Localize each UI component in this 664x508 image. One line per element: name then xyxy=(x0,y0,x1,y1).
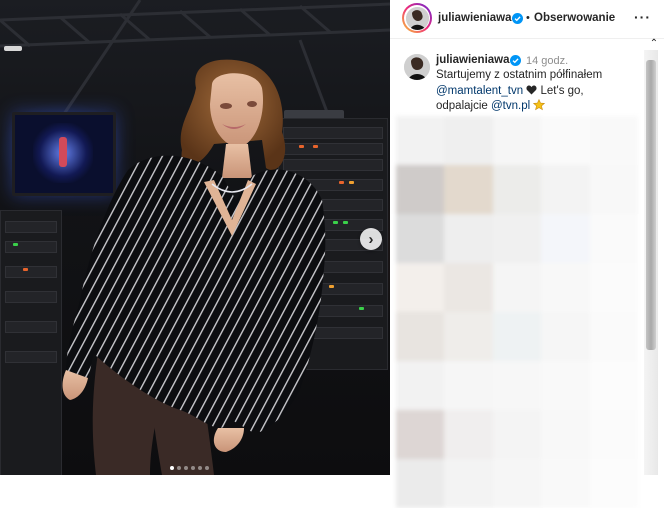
chevron-right-icon: › xyxy=(368,230,374,248)
following-button[interactable]: Obserwowanie xyxy=(534,12,615,24)
caption-line: odpalajcie xyxy=(436,100,491,112)
carousel-dot xyxy=(170,466,174,470)
carousel-dot xyxy=(184,466,188,470)
mention-link[interactable]: @tvn.pl xyxy=(491,100,530,112)
caption-line: Let's go, xyxy=(537,84,584,97)
post-side-panel: juliawieniawa • Obserwowanie ··· juliawi… xyxy=(390,0,664,508)
header-username[interactable]: juliawieniawa xyxy=(438,12,512,24)
mention-link[interactable]: @mamtalent_tvn xyxy=(436,85,523,97)
verified-badge-icon xyxy=(512,13,523,24)
more-options-icon[interactable]: ··· xyxy=(634,9,651,25)
caption-username[interactable]: juliawieniawa xyxy=(436,54,510,66)
scrollbar-thumb[interactable] xyxy=(646,60,656,350)
blurred-comments-area xyxy=(396,116,638,508)
post-header: juliawieniawa • Obserwowanie ··· xyxy=(390,0,664,39)
avatar-story-ring[interactable] xyxy=(402,3,432,33)
caption-text: Startujemy z ostatnim półfinałem @mamtal… xyxy=(436,68,636,115)
carousel-next-button[interactable]: › xyxy=(360,228,382,250)
carousel-dot xyxy=(177,466,181,470)
caption-line: Startujemy z ostatnim półfinałem xyxy=(436,69,603,81)
header-separator: • xyxy=(526,12,530,24)
carousel-dot xyxy=(198,466,202,470)
verified-badge-icon xyxy=(510,55,521,66)
carousel-dot xyxy=(205,466,209,470)
post-media[interactable]: › xyxy=(0,0,390,475)
caption-avatar[interactable] xyxy=(404,54,430,80)
avatar xyxy=(405,6,429,30)
carousel-dot xyxy=(191,466,195,470)
black-heart-icon xyxy=(526,85,537,95)
woman-in-pinstripe-blazer xyxy=(62,59,326,475)
carousel-indicator xyxy=(170,466,209,470)
star-emoji-icon xyxy=(533,99,546,111)
caption-timestamp: 14 godz. xyxy=(526,55,569,67)
